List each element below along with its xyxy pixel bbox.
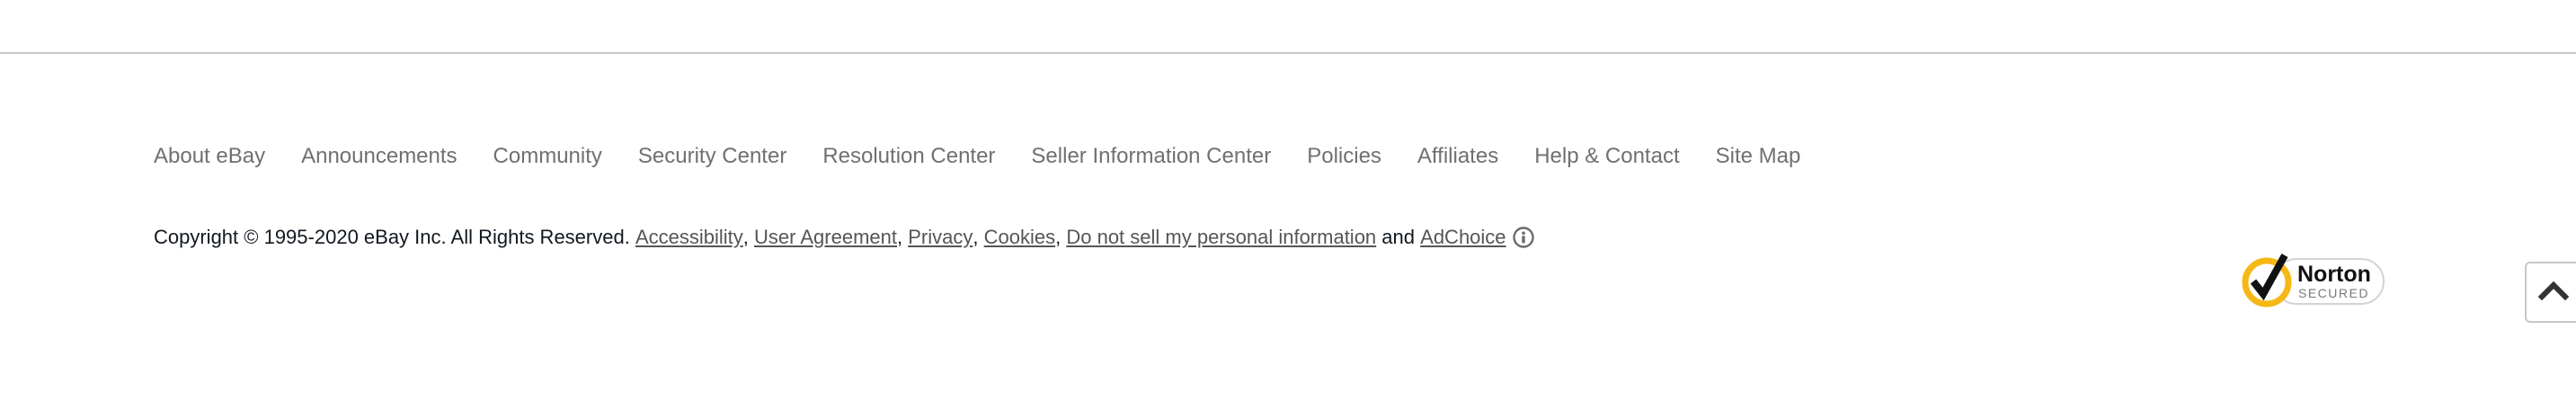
- back-to-top-button[interactable]: [2525, 262, 2576, 323]
- accessibility-link[interactable]: Accessibility: [635, 226, 743, 249]
- norton-secured-badge[interactable]: Norton SECURED: [2238, 252, 2387, 311]
- footer-link-about-ebay[interactable]: About eBay: [154, 144, 265, 169]
- footer-link-seller-information-center[interactable]: Seller Information Center: [1031, 144, 1271, 169]
- footer-link-site-map[interactable]: Site Map: [1716, 144, 1801, 169]
- norton-title: Norton: [2297, 262, 2371, 287]
- adchoice-link[interactable]: AdChoice: [1420, 226, 1506, 249]
- separator: ,: [973, 226, 979, 248]
- footer-link-announcements[interactable]: Announcements: [301, 144, 457, 169]
- copyright-line: Copyright © 1995-2020 eBay Inc. All Righ…: [154, 226, 1535, 249]
- footer-link-community[interactable]: Community: [493, 144, 602, 169]
- footer-link-security-center[interactable]: Security Center: [638, 144, 786, 169]
- footer-link-policies[interactable]: Policies: [1307, 144, 1381, 169]
- footer-link-help-contact[interactable]: Help & Contact: [1534, 144, 1679, 169]
- user-agreement-link[interactable]: User Agreement: [754, 226, 897, 249]
- chevron-up-icon: [2537, 281, 2570, 305]
- separator: ,: [1055, 226, 1061, 248]
- footer-link-resolution-center[interactable]: Resolution Center: [822, 144, 995, 169]
- separator: ,: [896, 226, 903, 248]
- footer-link-affiliates[interactable]: Affiliates: [1417, 144, 1498, 169]
- separator: ,: [742, 226, 749, 248]
- do-not-sell-link[interactable]: Do not sell my personal information: [1066, 226, 1376, 249]
- norton-subtitle: SECURED: [2298, 286, 2369, 300]
- page: About eBay Announcements Community Secur…: [0, 0, 2576, 419]
- cookies-link[interactable]: Cookies: [984, 226, 1055, 249]
- conjunction-text: and: [1381, 226, 1416, 248]
- top-divider: [0, 52, 2576, 54]
- copyright-text: Copyright © 1995-2020 eBay Inc. All Righ…: [154, 226, 630, 248]
- footer-nav: About eBay Announcements Community Secur…: [154, 144, 1800, 169]
- adchoice-info-icon[interactable]: [1512, 226, 1535, 249]
- privacy-link[interactable]: Privacy: [908, 226, 973, 249]
